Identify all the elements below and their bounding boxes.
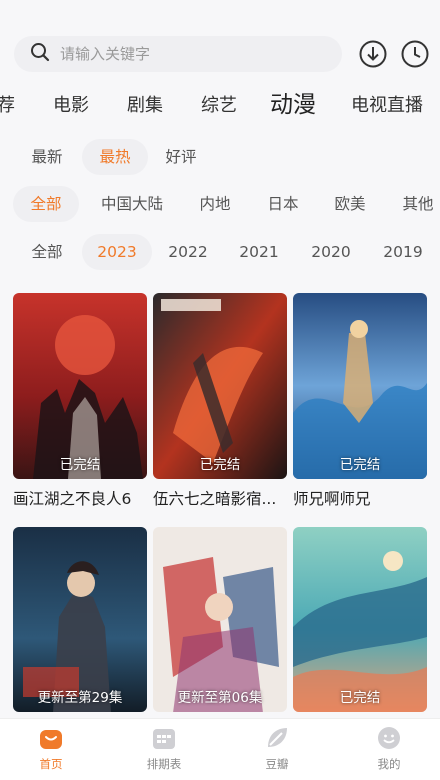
poster-card[interactable]: 已完结 画江湖之不良人6 [13,293,147,509]
filter-region-all[interactable]: 全部 [13,186,79,222]
poster-card[interactable]: 已完结 师兄啊师兄 [293,293,427,509]
tab-variety[interactable]: 综艺 [201,88,237,124]
poster-card[interactable]: 已完结 伍六七之暗影宿... [153,293,287,509]
region-filter-row: 全部 中国大陆 内地 日本 欧美 其他 [0,186,440,222]
tab-recommend[interactable]: 荐 [0,88,15,124]
poster-title: 伍六七之暗影宿... [153,490,277,508]
search-row [14,36,434,72]
search-icon [30,42,50,66]
tab-movie[interactable]: 电影 [53,88,89,124]
tab-anime[interactable]: 动漫 [270,88,316,123]
tab-series[interactable]: 剧集 [127,88,163,124]
filter-year-2023[interactable]: 2023 [82,234,152,270]
poster-status: 已完结 [59,457,101,473]
nav-home[interactable]: 首页 [21,725,81,772]
year-filter-row: 全部 2023 2022 2021 2020 2019 [0,234,440,270]
poster-image: 已完结 [293,527,427,712]
sort-filter-row: 最新 最热 好评 [0,139,440,175]
nav-schedule[interactable]: 排期表 [134,725,194,772]
poster-title: 师兄啊师兄 [293,490,371,508]
poster-card[interactable]: 已完结 [293,527,427,712]
poster-status: 已完结 [339,690,381,706]
filter-year-2019[interactable]: 2019 [370,234,436,270]
home-icon [21,725,81,751]
search-box[interactable] [14,36,342,72]
filter-year-2021[interactable]: 2021 [226,234,292,270]
filter-region-other[interactable]: 其他 [390,186,440,222]
poster-card[interactable]: 更新至第06集 [153,527,287,712]
filter-year-2022[interactable]: 2022 [155,234,221,270]
search-input[interactable] [60,45,300,63]
filter-region-inland[interactable]: 内地 [186,186,244,222]
poster-card[interactable]: 更新至第29集 [13,527,147,712]
nav-label: 豆瓣 [265,757,289,771]
poster-image: 已完结 [13,293,147,479]
poster-image: 更新至第06集 [153,527,287,712]
poster-status: 已完结 [339,457,381,473]
poster-image: 已完结 [153,293,287,479]
filter-region-western[interactable]: 欧美 [320,186,380,222]
poster-status: 已完结 [199,457,241,473]
filter-hottest[interactable]: 最热 [82,139,148,175]
tab-tv-live[interactable]: 电视直播 [351,88,423,124]
poster-status: 更新至第29集 [37,690,123,706]
leaf-icon [247,725,307,751]
nav-label: 首页 [39,757,63,771]
filter-latest[interactable]: 最新 [16,139,78,175]
nav-douban[interactable]: 豆瓣 [247,725,307,772]
filter-region-japan[interactable]: 日本 [254,186,312,222]
filter-year-2020[interactable]: 2020 [298,234,364,270]
calendar-icon [134,725,194,751]
poster-image: 更新至第29集 [13,527,147,712]
bottom-nav: 首页 排期表 豆瓣 我的 [0,718,440,780]
download-icon[interactable] [358,39,388,69]
nav-label: 排期表 [146,757,182,771]
profile-face-icon [359,725,419,751]
poster-title: 画江湖之不良人6 [13,490,132,508]
filter-region-mainland[interactable]: 中国大陆 [88,186,176,222]
nav-label: 我的 [377,757,401,771]
nav-mine[interactable]: 我的 [359,725,419,772]
history-clock-icon[interactable] [400,39,430,69]
filter-year-all[interactable]: 全部 [16,234,78,270]
filter-top-rated[interactable]: 好评 [150,139,212,175]
poster-image: 已完结 [293,293,427,479]
poster-status: 更新至第06集 [177,690,263,706]
category-tabs: 荐 电影 剧集 综艺 动漫 电视直播 [0,88,440,124]
